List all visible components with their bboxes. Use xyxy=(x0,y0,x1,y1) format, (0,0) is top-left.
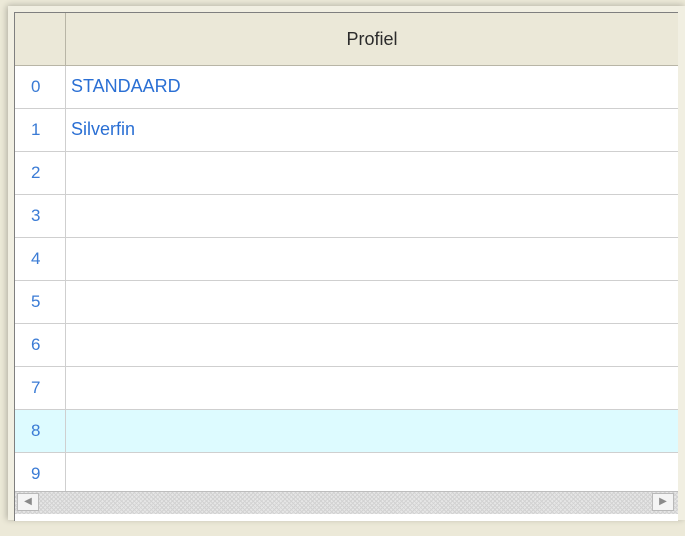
table-row[interactable]: 0 STANDAARD xyxy=(15,66,678,109)
table-row[interactable]: 5 xyxy=(15,281,678,324)
row-number: 3 xyxy=(15,195,66,237)
table-row[interactable]: 3 xyxy=(15,195,678,238)
row-number: 2 xyxy=(15,152,66,194)
grid-corner-cell xyxy=(15,13,66,65)
row-number: 8 xyxy=(15,410,66,452)
table-row[interactable]: 2 xyxy=(15,152,678,195)
row-number: 1 xyxy=(15,109,66,151)
profile-grid: Profiel 0 STANDAARD 1 Silverfin 2 3 4 5 … xyxy=(14,12,678,521)
profile-cell[interactable]: STANDAARD xyxy=(71,66,181,108)
row-number: 7 xyxy=(15,367,66,409)
table-row[interactable]: 4 xyxy=(15,238,678,281)
scroll-left-arrow-icon[interactable]: ◀ xyxy=(17,493,39,511)
horizontal-scrollbar[interactable]: ◀ ▶ xyxy=(15,491,678,514)
table-row[interactable]: 7 xyxy=(15,367,678,410)
row-number: 6 xyxy=(15,324,66,366)
row-number: 9 xyxy=(15,453,66,495)
table-row[interactable]: 1 Silverfin xyxy=(15,109,678,152)
column-header-profiel[interactable]: Profiel xyxy=(66,13,678,65)
row-number: 0 xyxy=(15,66,66,108)
scroll-right-arrow-icon[interactable]: ▶ xyxy=(652,493,674,511)
table-row[interactable]: 9 xyxy=(15,453,678,496)
table-row[interactable]: 6 xyxy=(15,324,678,367)
row-number: 5 xyxy=(15,281,66,323)
grid-header-row: Profiel xyxy=(15,13,678,66)
profile-cell[interactable]: Silverfin xyxy=(71,109,135,151)
scrollbar-track[interactable] xyxy=(41,492,650,514)
table-row-selected[interactable]: 8 xyxy=(15,410,678,453)
row-number: 4 xyxy=(15,238,66,280)
